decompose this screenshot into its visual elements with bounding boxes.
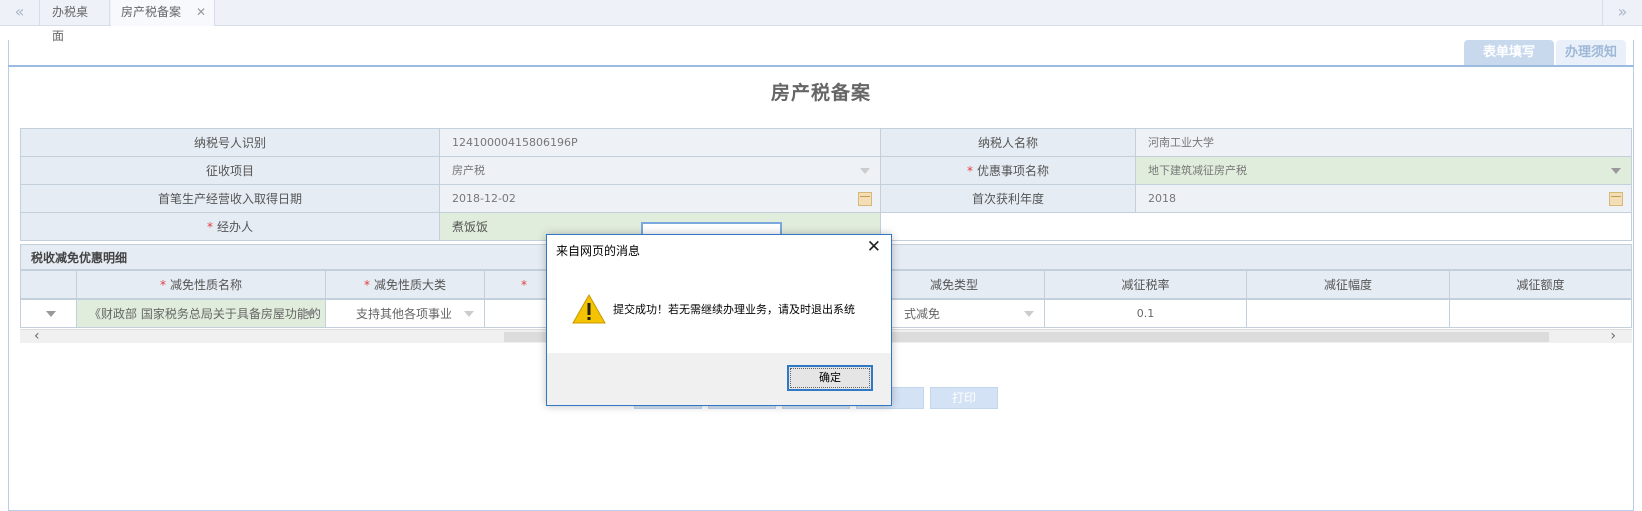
relief-range-field[interactable]: [1246, 299, 1450, 328]
tab-property-tax-filing[interactable]: 房产税备案 ✕: [111, 0, 215, 26]
nature-category-value: 支持其他各项事业: [356, 307, 453, 321]
handler-label: * 经办人: [20, 212, 440, 241]
handler-label-text: 经办人: [216, 220, 253, 234]
empty-cell: [880, 212, 1632, 241]
preferential-name-label-text: 优惠事项名称: [976, 164, 1049, 178]
taxpayer-name-field: 河南工业大学: [1135, 128, 1632, 157]
preferential-name-label: * 优惠事项名称: [880, 156, 1136, 185]
form-row-1: 纳税号人识别 12410000415806196P 纳税人名称 河南工业大学: [20, 128, 1632, 157]
row-expand-select[interactable]: [20, 299, 77, 328]
first-profit-year-field[interactable]: 2018: [1135, 184, 1632, 213]
tab-label: 房产税备案: [121, 5, 182, 19]
nature-category-select[interactable]: 支持其他各项事业: [325, 299, 485, 328]
preferential-name-value: 地下建筑减征房产税: [1148, 164, 1247, 177]
panel-divider: [8, 65, 1634, 67]
chevron-down-icon: [305, 311, 315, 317]
page-title: 房产税备案: [770, 82, 871, 104]
grid-header-range: 减征幅度: [1246, 270, 1450, 299]
chevron-down-icon: [46, 311, 56, 317]
grid-header-blank: [20, 270, 77, 299]
grid-header-name-text: 减免性质名称: [169, 278, 242, 292]
warning-icon: [572, 293, 606, 324]
scroll-left-icon[interactable]: ‹: [34, 329, 40, 343]
chevron-down-icon: [1024, 311, 1034, 317]
taxpayer-id-field: 12410000415806196P: [439, 128, 881, 157]
chevron-down-icon: [860, 168, 870, 174]
grid-header-name: * 减免性质名称: [76, 270, 326, 299]
tab-scroll-left-icon[interactable]: «: [0, 0, 40, 26]
first-profit-year-value: 2018: [1148, 192, 1176, 205]
print-button[interactable]: 打印: [930, 387, 998, 409]
message-dialog: 来自网页的消息 ✕ 提交成功！若无需继续办理业务，请及时退出系统 确定: [546, 234, 892, 406]
relief-type-value: 式减免: [904, 307, 941, 321]
required-mark: *: [966, 164, 973, 178]
tab-bar: « 办税桌面 房产税备案 ✕ »: [0, 0, 1642, 43]
required-mark: *: [521, 278, 527, 292]
dialog-title: 来自网页的消息: [556, 244, 641, 258]
collection-item-select[interactable]: 房产税: [439, 156, 881, 185]
relief-amount-field[interactable]: [1449, 299, 1632, 328]
required-mark: *: [363, 278, 370, 292]
grid-header-amount: 减征额度: [1449, 270, 1632, 299]
relief-rate-field[interactable]: 0.1: [1044, 299, 1247, 328]
required-mark: *: [159, 278, 166, 292]
calendar-icon[interactable]: [858, 192, 872, 206]
preferential-nature-select[interactable]: 《财政部 国家税务总局关于具备房屋功能的: [76, 299, 326, 328]
grid-header-category-text: 减免性质大类: [373, 278, 446, 292]
dialog-body: 来自网页的消息 ✕ 提交成功！若无需继续办理业务，请及时退出系统: [547, 235, 891, 353]
required-mark: *: [206, 220, 213, 234]
first-income-date-field[interactable]: 2018-12-02: [439, 184, 881, 213]
grid-header-rate: 减征税率: [1044, 270, 1247, 299]
form-row-3: 首笔生产经营收入取得日期 2018-12-02 首次获利年度 2018: [20, 184, 1632, 213]
preferential-name-select[interactable]: 地下建筑减征房产税: [1135, 156, 1632, 185]
form-row-2: 征收项目 房产税 * 优惠事项名称 地下建筑减征房产税: [20, 156, 1632, 185]
chevron-down-icon: [1611, 168, 1621, 174]
taxpayer-id-label: 纳税号人识别: [20, 128, 440, 157]
first-income-date-value: 2018-12-02: [452, 192, 516, 205]
preferential-nature-value: 《财政部 国家税务总局关于具备房屋功能的: [89, 307, 321, 321]
grid-header-category: * 减免性质大类: [325, 270, 485, 299]
taxpayer-name-label: 纳税人名称: [880, 128, 1136, 157]
tab-scroll-right-icon[interactable]: »: [1602, 0, 1642, 26]
calendar-icon[interactable]: [1609, 192, 1623, 206]
collection-item-value: 房产税: [452, 164, 485, 177]
close-tab-icon[interactable]: ✕: [196, 0, 206, 24]
first-profit-year-label: 首次获利年度: [880, 184, 1136, 213]
collection-item-label: 征收项目: [20, 156, 440, 185]
dialog-message: 提交成功！若无需继续办理业务，请及时退出系统: [613, 303, 855, 316]
tab-tax-desktop[interactable]: 办税桌面: [42, 0, 110, 43]
chevron-down-icon: [464, 311, 474, 317]
ok-button[interactable]: 确定: [787, 365, 873, 391]
close-icon[interactable]: ✕: [867, 237, 881, 257]
scroll-right-icon[interactable]: ›: [1610, 329, 1616, 343]
first-income-date-label: 首笔生产经营收入取得日期: [20, 184, 440, 213]
